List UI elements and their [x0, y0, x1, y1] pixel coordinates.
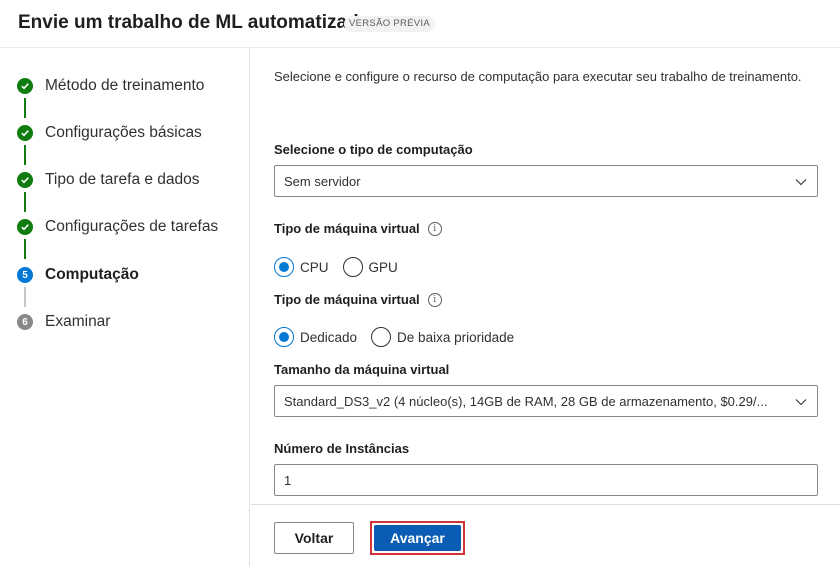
back-button[interactable]: Voltar	[274, 522, 354, 554]
vm-type-label: Tipo de máquina virtual i	[274, 221, 442, 236]
step-compute[interactable]: 5 Computação	[17, 265, 139, 285]
page-title: Envie um trabalho de ML automatizado	[18, 12, 371, 33]
preview-badge: VERSÃO PRÉVIA	[344, 16, 435, 32]
step-connector	[24, 98, 26, 118]
radio-unchecked-icon	[342, 257, 363, 277]
chevron-down-icon	[795, 179, 807, 186]
wizard-footer: Voltar Avançar	[251, 504, 840, 566]
check-icon	[17, 172, 33, 188]
vm-tier-radio-group: Dedicado De baixa prioridade	[274, 327, 528, 347]
step-basic-settings[interactable]: Configurações básicas	[17, 123, 202, 143]
step-label: Tipo de tarefa e dados	[45, 171, 200, 188]
check-icon	[17, 219, 33, 235]
compute-type-label: Selecione o tipo de computação	[274, 142, 473, 157]
vm-size-dropdown[interactable]: Standard_DS3_v2 (4 núcleo(s), 14GB de RA…	[274, 385, 818, 417]
vm-type-radio-group: CPU GPU	[274, 257, 412, 277]
compute-type-value: Sem servidor	[284, 174, 361, 189]
step-connector	[24, 192, 26, 212]
radio-dedicated[interactable]: Dedicado	[274, 327, 357, 347]
step-connector	[24, 239, 26, 259]
check-icon	[17, 125, 33, 141]
wizard-steps: Método de treinamento Configurações bási…	[0, 48, 250, 566]
next-button-highlight: Avançar	[370, 521, 465, 555]
step-training-method[interactable]: Método de treinamento	[17, 76, 204, 96]
info-icon[interactable]: i	[427, 292, 442, 307]
step-task-type-data[interactable]: Tipo de tarefa e dados	[17, 170, 200, 190]
form-description: Selecione e configure o recurso de compu…	[274, 69, 802, 84]
step-label: Examinar	[45, 313, 111, 330]
instances-label: Número de Instâncias	[274, 441, 410, 456]
vm-tier-label: Tipo de máquina virtual i	[274, 292, 442, 307]
step-connector	[24, 287, 26, 307]
vm-size-label: Tamanho da máquina virtual	[274, 362, 450, 377]
step-label: Computação	[45, 266, 139, 283]
step-label: Configurações básicas	[45, 124, 202, 141]
next-button[interactable]: Avançar	[374, 525, 461, 551]
step-number: 6	[17, 314, 33, 330]
step-label: Método de treinamento	[45, 77, 205, 94]
radio-cpu[interactable]: CPU	[274, 257, 329, 277]
compute-type-dropdown[interactable]: Sem servidor	[274, 165, 818, 197]
step-task-settings[interactable]: Configurações de tarefas	[17, 217, 218, 237]
step-label: Configurações de tarefas	[45, 218, 219, 235]
instances-field[interactable]	[274, 464, 818, 496]
info-icon[interactable]: i	[427, 221, 442, 236]
radio-unchecked-icon	[371, 327, 392, 347]
radio-gpu[interactable]: GPU	[342, 257, 398, 277]
step-review[interactable]: 6 Examinar	[17, 312, 110, 332]
radio-checked-icon	[274, 327, 294, 347]
vm-size-value: Standard_DS3_v2 (4 núcleo(s), 14GB de RA…	[284, 394, 768, 409]
radio-checked-icon	[274, 257, 294, 277]
step-number: 5	[17, 267, 33, 283]
step-connector	[24, 145, 26, 165]
panel-header: Envie um trabalho de ML automatizado VER…	[0, 0, 840, 48]
instances-input[interactable]	[275, 465, 817, 495]
chevron-down-icon	[795, 399, 807, 406]
check-icon	[17, 78, 33, 94]
radio-low-priority[interactable]: De baixa prioridade	[371, 327, 514, 347]
